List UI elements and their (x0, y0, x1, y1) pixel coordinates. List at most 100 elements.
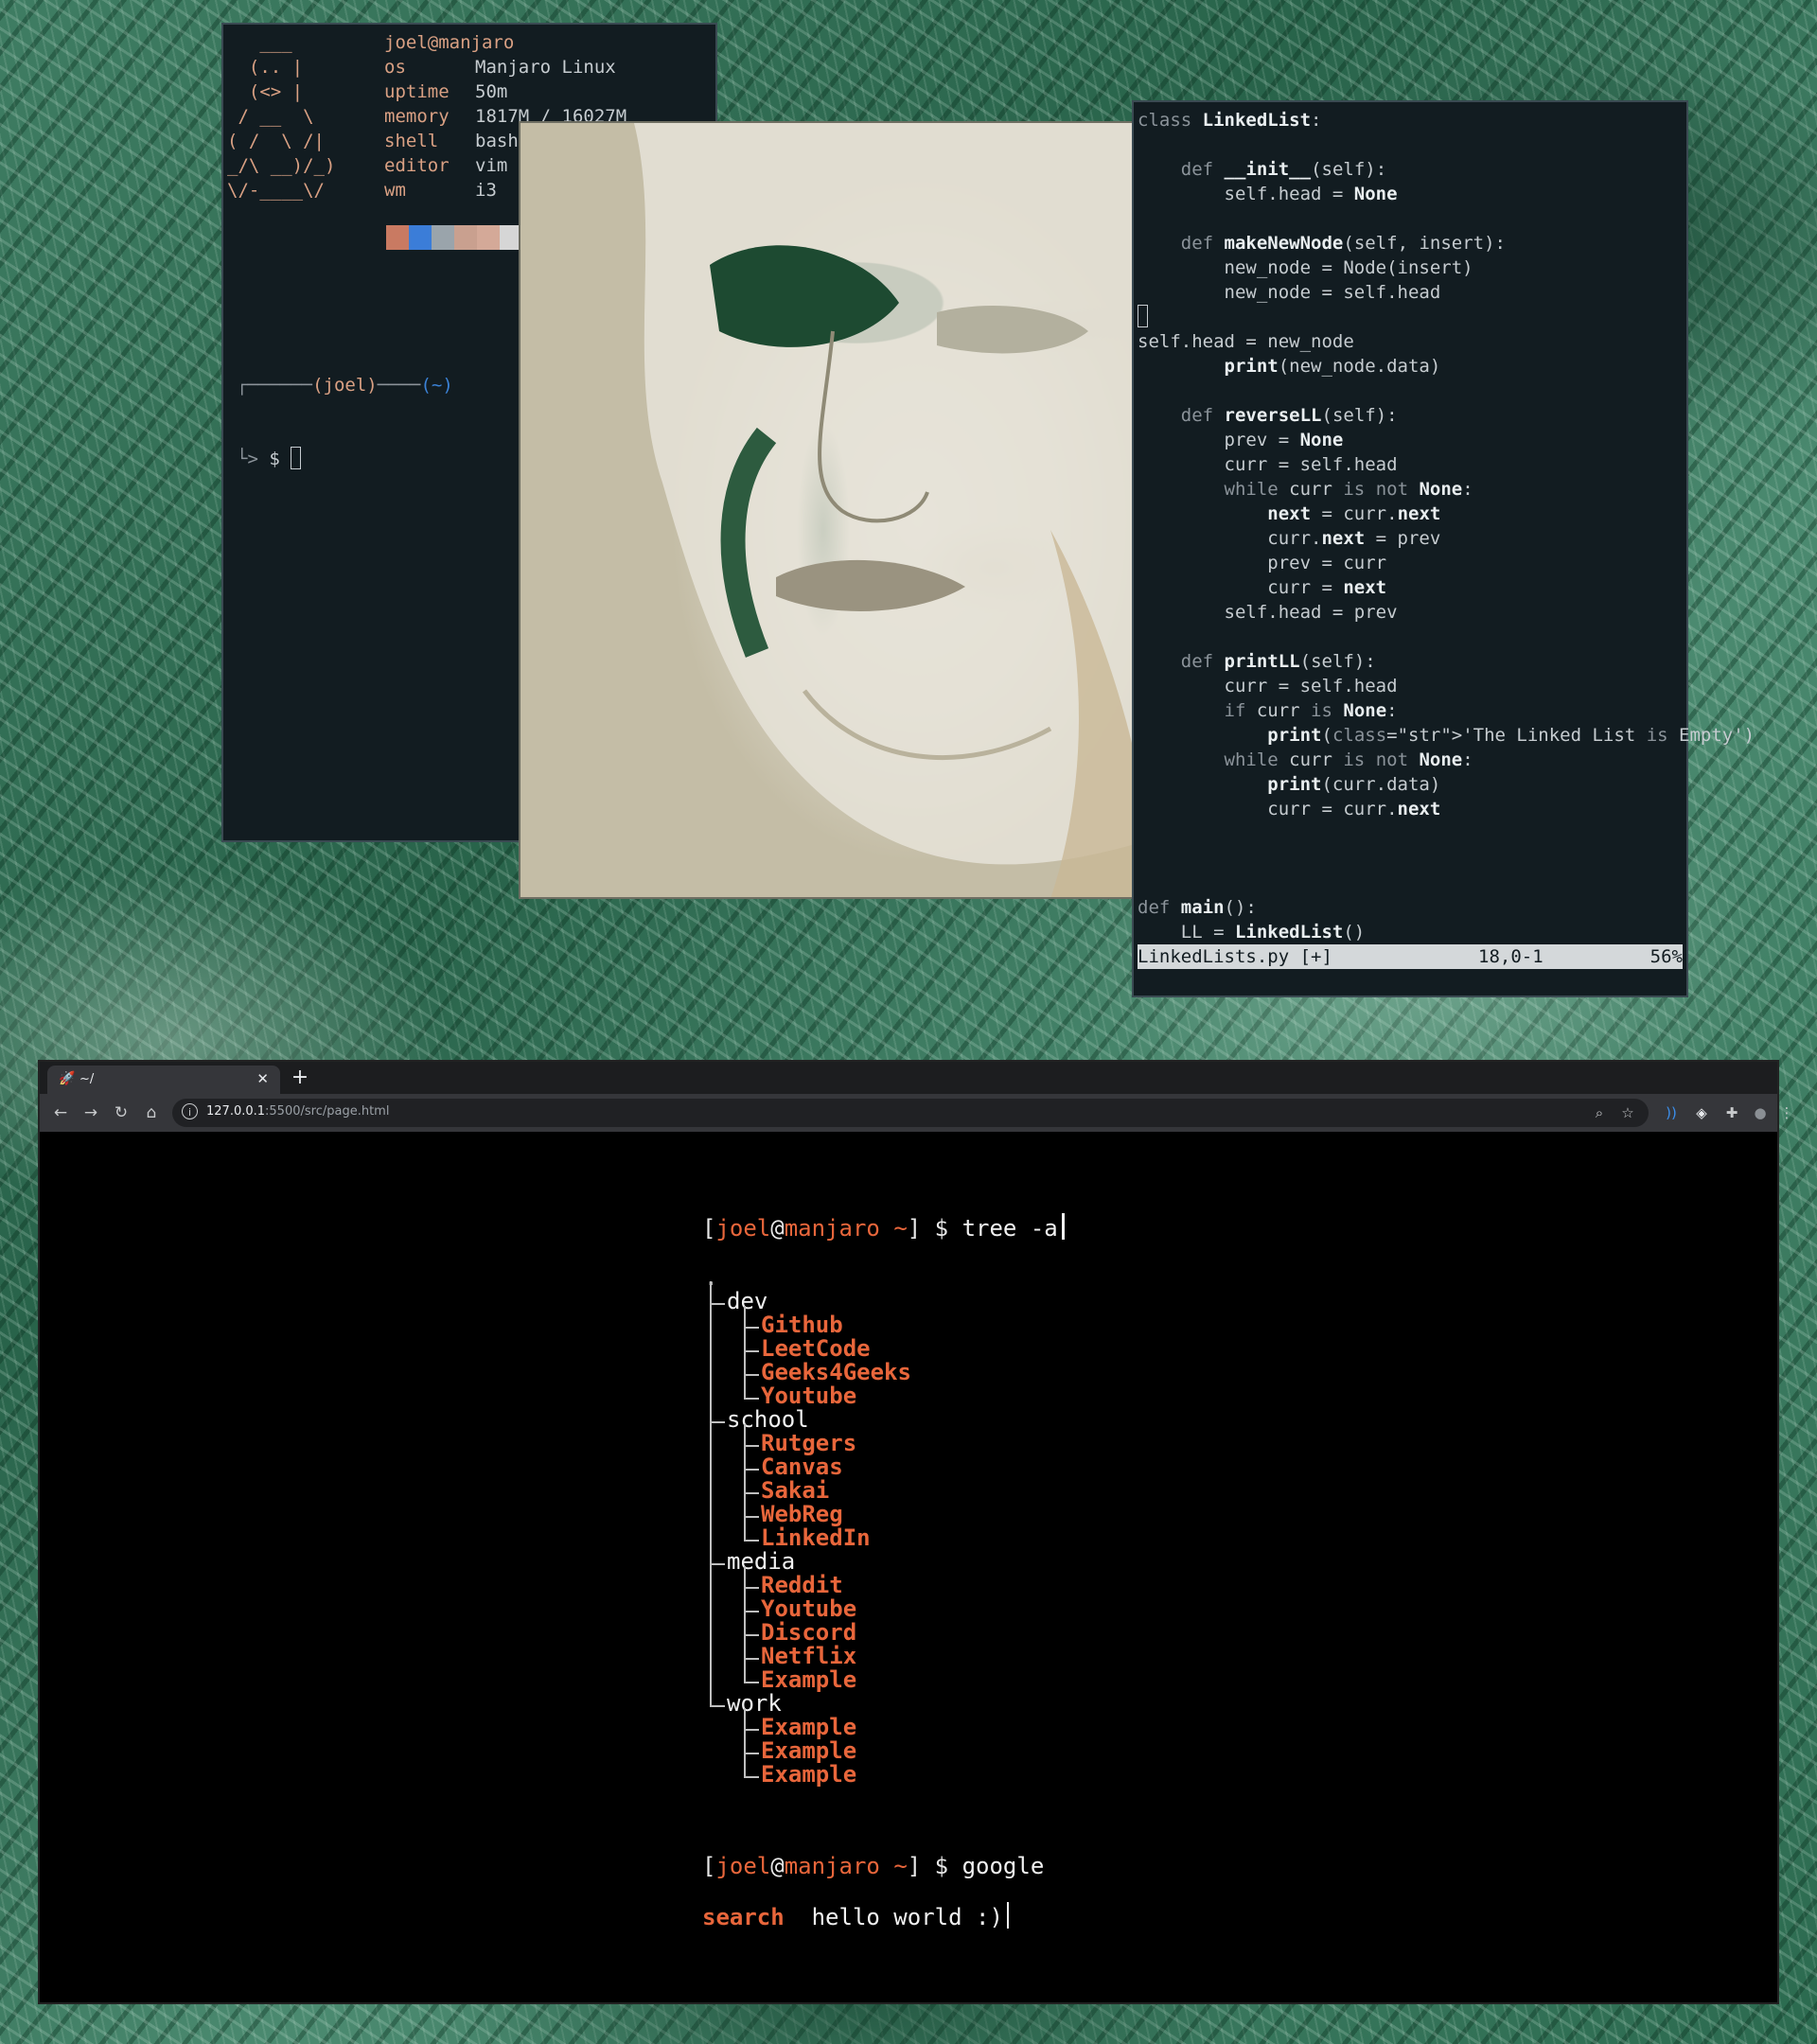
code-line: self.head = None (1138, 184, 1398, 204)
url-host: 127.0.0.1 (206, 1104, 266, 1119)
zoom-icon[interactable]: ⌕ (1588, 1101, 1611, 1124)
prompt-bracket-open: [ (702, 1215, 716, 1242)
tab-active[interactable]: 🚀 ~/ ✕ (47, 1066, 280, 1094)
code-line: new_node = Node(insert) (1138, 257, 1473, 278)
code-line: print(new_node.data) (1224, 356, 1441, 377)
prompt-symbol: $ (934, 1853, 949, 1879)
vim-editor-window[interactable]: class LinkedList: def __init__(self): se… (1132, 100, 1755, 997)
tree-link[interactable]: Example (761, 1739, 856, 1763)
color-swatches (386, 225, 522, 250)
prompt-user: (joel) (312, 375, 378, 396)
back-arrow-icon[interactable]: ← (47, 1100, 74, 1126)
menu-kebab-icon[interactable]: ⋮ (1775, 1101, 1798, 1124)
tree-branch (744, 1445, 759, 1447)
extensions-puzzle-icon[interactable]: ✚ (1720, 1101, 1743, 1124)
search-line[interactable]: search hello world :) (702, 1902, 1009, 1930)
tree-link[interactable]: Netflix (761, 1645, 856, 1668)
address-bar[interactable]: i 127.0.0.1:5500/src/page.html ⌕ ☆ (172, 1099, 1649, 1127)
tree-link[interactable]: Example (761, 1668, 856, 1692)
code-line: def printLL(self): (1180, 651, 1376, 672)
tree-link[interactable]: Discord (761, 1621, 856, 1645)
manjaro-ascii-logo: ___ (.. | (<> | / __ \ ( / \ /| _/\ __)/… (227, 32, 336, 201)
tree-link[interactable]: LeetCode (761, 1337, 871, 1361)
code-line: curr = self.head (1138, 676, 1398, 696)
url-text[interactable]: 127.0.0.1:5500/src/page.html (206, 1104, 389, 1119)
forward-arrow-icon[interactable]: → (78, 1100, 104, 1126)
tree-branch (744, 1350, 759, 1352)
code-line: def makeNewNode(self, insert): (1180, 233, 1506, 254)
tab-title: ~/ (79, 1072, 95, 1086)
code-line: def __init__(self): (1180, 159, 1387, 180)
avatar[interactable]: ● (1749, 1101, 1772, 1124)
star-icon[interactable]: ☆ (1616, 1101, 1639, 1124)
color-swatch (386, 225, 409, 250)
info-key-uptime: uptime (384, 81, 450, 102)
tree-link[interactable]: Reddit (761, 1574, 843, 1597)
tree-trunk (744, 1306, 746, 1398)
tree-link[interactable]: Github (761, 1313, 843, 1337)
info-val-editor: vim (475, 155, 508, 176)
code-line: print(curr.data) (1267, 774, 1441, 795)
code-line: if curr is None: (1224, 700, 1398, 721)
code-line: curr = self.head (1138, 454, 1398, 475)
tree-branch (710, 1705, 725, 1707)
tree-link[interactable]: Rutgers (761, 1432, 856, 1455)
tree-branch (744, 1611, 759, 1612)
search-caret (1006, 1902, 1009, 1929)
status-filename: LinkedLists.py [+] (1138, 946, 1332, 967)
new-tab-button[interactable]: + (288, 1066, 312, 1090)
prompt-dir: ~ (893, 1215, 908, 1242)
info-val-shell: bash (475, 131, 519, 151)
code-line: prev = None (1138, 430, 1344, 450)
tree-branch (744, 1587, 759, 1589)
extension-shield-icon[interactable]: ◈ (1690, 1101, 1713, 1124)
tree-branch (710, 1303, 725, 1305)
artwork-image-window (519, 121, 1143, 899)
tree-link[interactable]: Example (761, 1716, 856, 1739)
tree-trunk (744, 1424, 746, 1540)
tree-folder: media (727, 1548, 796, 1575)
tree-link[interactable]: WebReg (761, 1503, 843, 1526)
info-key-shell: shell (384, 131, 439, 151)
tree-branch (744, 1327, 759, 1329)
browser-window[interactable]: 🚀 ~/ ✕ + ← → ↻ ⌂ i 127.0.0.1:5500/src/pa… (38, 1060, 1794, 2004)
tree-link[interactable]: Sakai (761, 1479, 829, 1503)
tree-link[interactable]: Example (761, 1763, 856, 1787)
code-line: next = curr.next (1267, 503, 1441, 524)
close-icon[interactable]: ✕ (256, 1070, 269, 1087)
code-line: self.head = prev (1138, 602, 1398, 623)
tree-branch (744, 1540, 759, 1542)
code-buffer[interactable]: class LinkedList: def __init__(self): se… (1138, 108, 1755, 944)
prompt-at: @ (770, 1215, 785, 1242)
prompt-host: manjaro (784, 1215, 880, 1242)
code-line: class LinkedList: (1138, 110, 1322, 131)
tree-link[interactable]: Youtube (761, 1597, 856, 1621)
info-icon[interactable]: i (182, 1103, 198, 1119)
info-val-os: Manjaro Linux (475, 57, 616, 78)
info-val-wm: i3 (475, 180, 497, 201)
code-line: curr = curr.next (1138, 799, 1441, 819)
reload-icon[interactable]: ↻ (108, 1100, 134, 1126)
tree-link[interactable]: LinkedIn (761, 1526, 871, 1550)
tree-branch (744, 1516, 759, 1518)
statue-face-illustration (634, 123, 1141, 897)
tree-command: tree -a (961, 1215, 1058, 1242)
tree-branch (744, 1729, 759, 1731)
color-swatch (409, 225, 432, 250)
status-position: 18,0-1 (1478, 946, 1544, 967)
tree-link[interactable]: Geeks4Geeks (761, 1361, 911, 1384)
home-icon[interactable]: ⌂ (138, 1100, 165, 1126)
tree-command-line: [joel@manjaro ~] $ tree -a (702, 1213, 1065, 1242)
shell-prompt[interactable]: ┌──────(joel)────(~) └> $ (237, 324, 453, 520)
tree-link[interactable]: Canvas (761, 1455, 843, 1479)
code-line: curr = next (1138, 577, 1387, 598)
code-line: print(class="str">'The Linked List is Em… (1267, 725, 1755, 746)
code-line: def reverseLL(self): (1180, 405, 1398, 426)
tree-link[interactable]: Youtube (761, 1384, 856, 1408)
search-input[interactable]: hello world :) (812, 1904, 1003, 1930)
extension-waves-icon[interactable]: )) (1660, 1101, 1683, 1124)
